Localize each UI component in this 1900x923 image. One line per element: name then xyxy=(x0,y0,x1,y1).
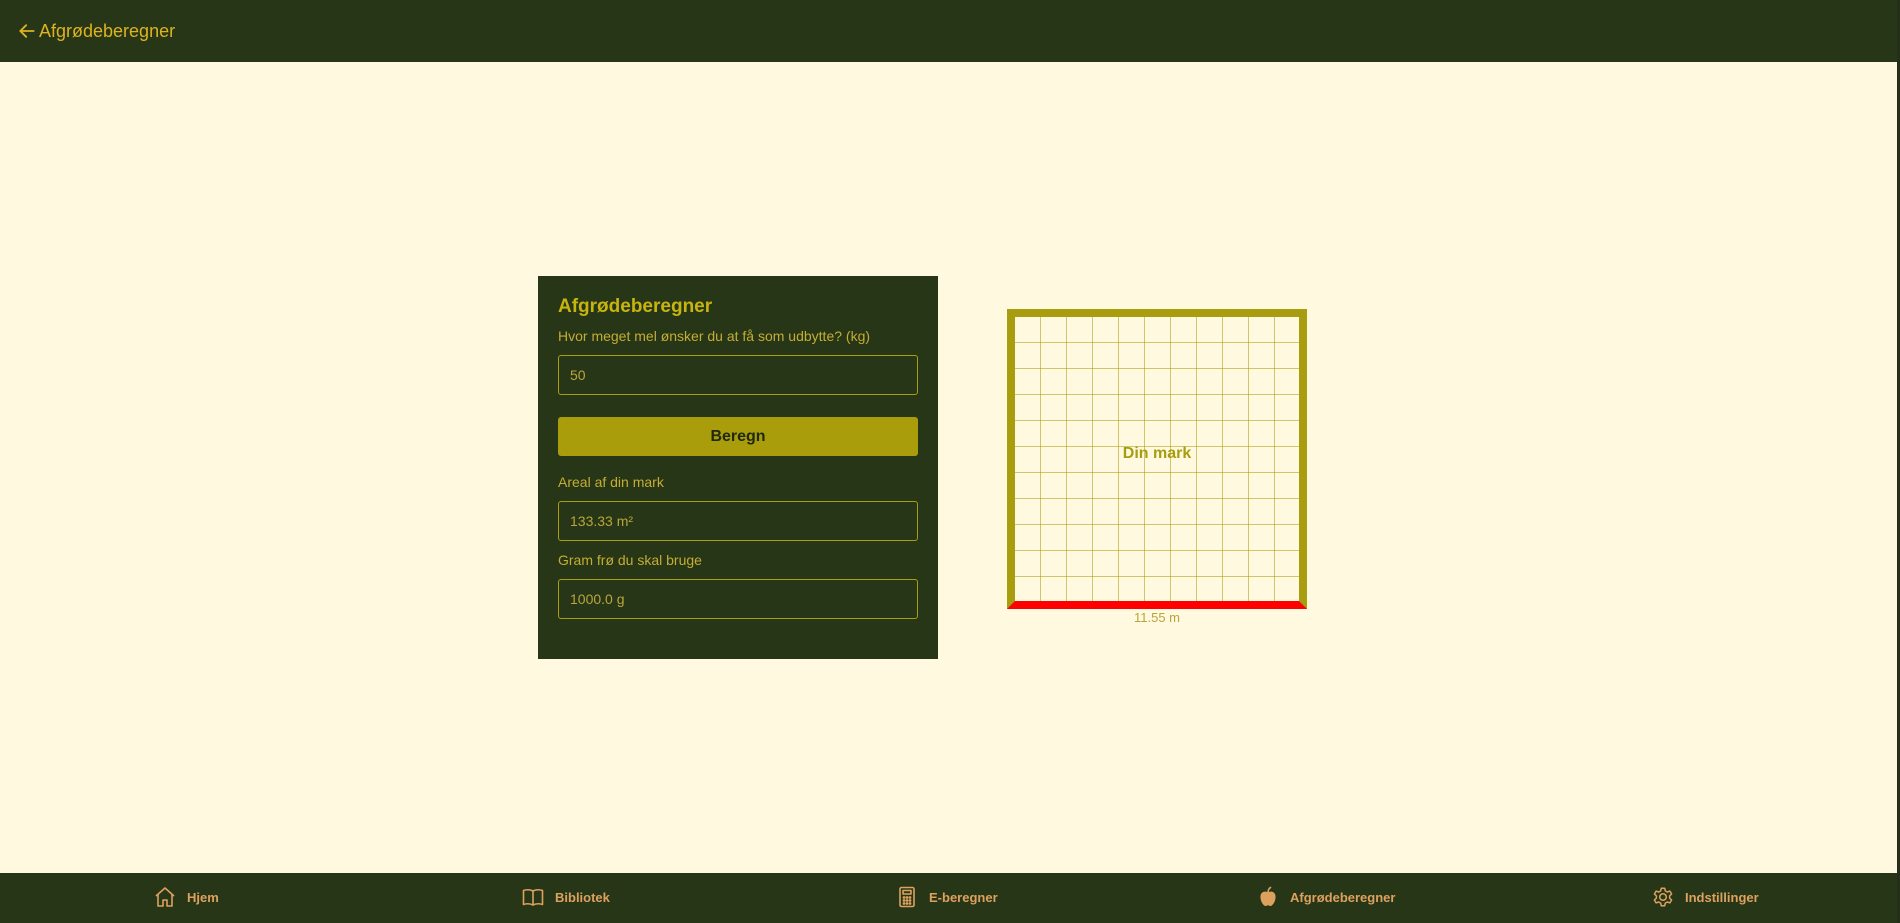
field-label: Din mark xyxy=(1122,445,1192,462)
seed-output: 1000.0 g xyxy=(558,579,918,619)
seed-label: Gram frø du skal bruge xyxy=(558,552,702,568)
yield-input[interactable] xyxy=(570,367,906,383)
top-app-bar: Afgrødeberegner xyxy=(0,0,1897,62)
nav-label-library: Bibliotek xyxy=(555,889,610,905)
area-output: 133.33 m² xyxy=(558,501,918,541)
field-visualization: Din mark xyxy=(1007,309,1307,609)
calculator-card: Afgrødeberegner Hvor meget mel ønsker du… xyxy=(538,276,938,659)
page-title: Afgrødeberegner xyxy=(39,20,176,41)
area-label: Areal af din mark xyxy=(558,474,664,490)
home-icon xyxy=(155,887,175,907)
card-title: Afgrødeberegner xyxy=(558,296,713,317)
calculator-icon xyxy=(899,886,915,908)
book-icon xyxy=(522,889,544,906)
nav-label-crop-calculator: Afgrødeberegner xyxy=(1290,889,1396,905)
yield-field[interactable] xyxy=(558,355,918,395)
field-side-length: 11.55 m xyxy=(1133,610,1180,625)
seed-value: 1000.0 g xyxy=(570,591,625,607)
calculate-button[interactable]: Beregn xyxy=(558,417,918,456)
nav-item-library[interactable]: Bibliotek xyxy=(521,873,610,921)
arrow-left-icon xyxy=(19,24,35,38)
nav-label-settings: Indstillinger xyxy=(1685,889,1759,905)
nav-item-settings[interactable]: Indstillinger xyxy=(1651,873,1759,921)
nav-item-e-calculator[interactable]: E-beregner xyxy=(895,873,998,921)
nav-label-home: Hjem xyxy=(187,889,219,905)
nav-item-home[interactable]: Hjem xyxy=(153,873,219,921)
apple-icon xyxy=(1260,886,1276,906)
bottom-navigation: Hjem Bibliotek E-beregner Afgrødeberegne… xyxy=(0,873,1897,923)
area-value: 133.33 m² xyxy=(570,513,634,529)
yield-label: Hvor meget mel ønsker du at få som udbyt… xyxy=(558,328,871,344)
app-window: Afgrødeberegner Afgrødeberegner Hvor meg… xyxy=(0,0,1897,923)
back-button[interactable]: Afgrødeberegner xyxy=(17,21,175,42)
nav-item-crop-calculator[interactable]: Afgrødeberegner xyxy=(1256,873,1395,921)
gear-icon xyxy=(1653,887,1673,907)
nav-label-e-calculator: E-beregner xyxy=(929,889,998,905)
